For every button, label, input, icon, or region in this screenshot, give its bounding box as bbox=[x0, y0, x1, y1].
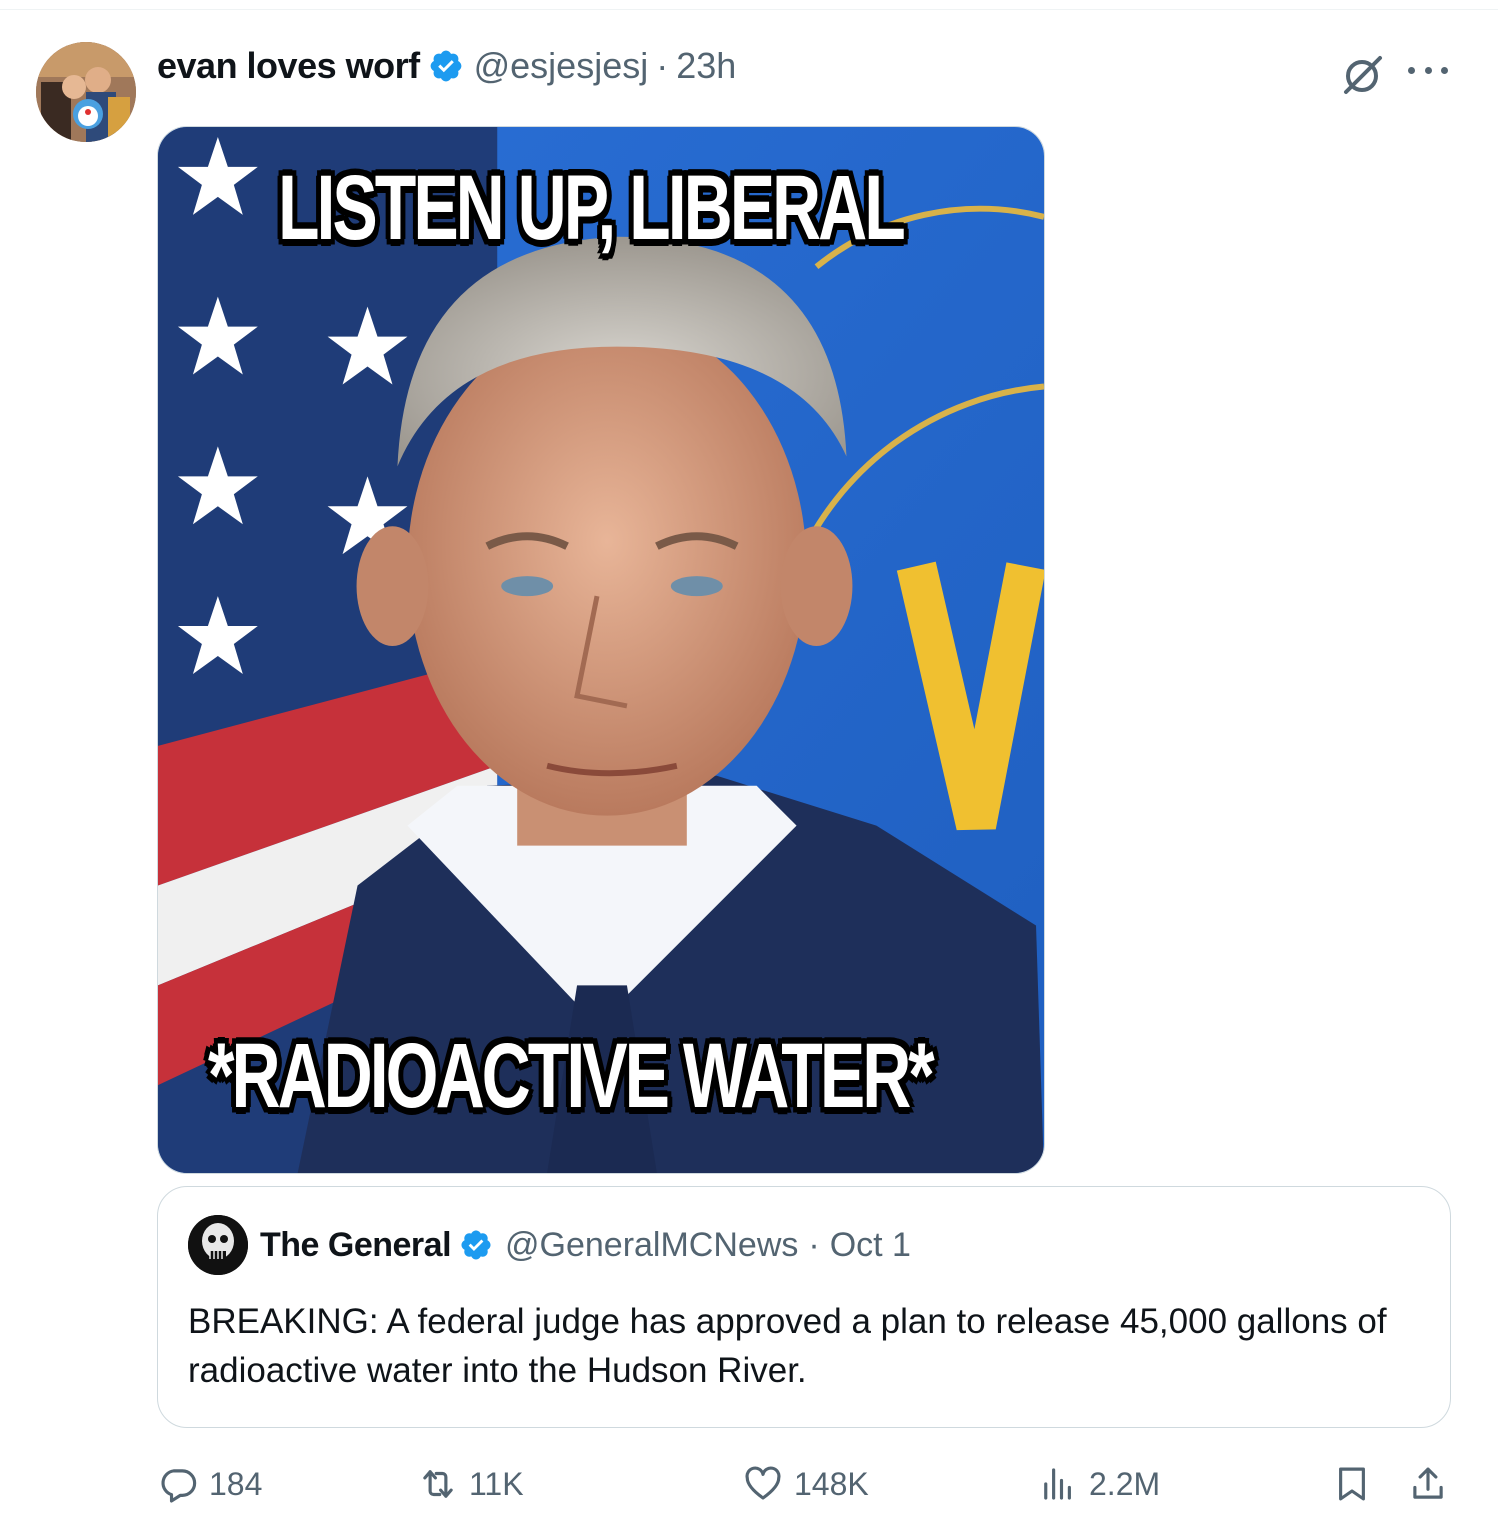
quoted-author-handle[interactable]: @GeneralMCNews bbox=[505, 1226, 798, 1265]
reply-icon bbox=[161, 1469, 197, 1503]
bookmark-button[interactable] bbox=[1331, 1456, 1373, 1512]
like-icon bbox=[745, 1466, 781, 1500]
quoted-verified-badge-icon[interactable] bbox=[459, 1228, 493, 1262]
meme-caption-bottom: *RADIOACTIVE WATER* bbox=[208, 1024, 935, 1128]
view-count: 2.2M bbox=[1089, 1465, 1161, 1502]
share-icon bbox=[1413, 1467, 1443, 1499]
bookmark-icon bbox=[1339, 1467, 1365, 1501]
top-divider bbox=[0, 0, 1498, 10]
author-handle[interactable]: @esjesjesj bbox=[474, 45, 649, 87]
quoted-separator-dot: · bbox=[808, 1225, 820, 1264]
repost-button[interactable]: 11K bbox=[417, 1456, 524, 1512]
views-icon bbox=[1044, 1468, 1071, 1500]
author-name[interactable]: evan loves worf bbox=[157, 45, 420, 87]
meme-caption-top: LISTEN UP, LIBERAL bbox=[278, 156, 906, 260]
repost-icon bbox=[423, 1470, 453, 1498]
verified-badge-icon[interactable] bbox=[428, 48, 464, 84]
quoted-tweet-date[interactable]: Oct 1 bbox=[830, 1226, 911, 1265]
tweet-image[interactable]: LISTEN UP, LIBERAL *RADIOACTIVE WATER* bbox=[157, 126, 1045, 1174]
tweet-header: evan loves worf @esjesjesj · 23h bbox=[157, 42, 736, 90]
reply-button[interactable]: 184 bbox=[157, 1456, 262, 1512]
quoted-author-name[interactable]: The General bbox=[260, 1226, 452, 1265]
repost-count: 11K bbox=[469, 1465, 524, 1502]
author-avatar[interactable] bbox=[36, 42, 136, 142]
quoted-tweet-header: The General @GeneralMCNews · Oct 1 bbox=[188, 1215, 911, 1275]
reply-count: 184 bbox=[209, 1465, 263, 1502]
views-button[interactable]: 2.2M bbox=[1037, 1456, 1160, 1512]
quoted-author-avatar[interactable] bbox=[188, 1215, 248, 1275]
more-icon[interactable] bbox=[1408, 52, 1448, 88]
portrait-photo bbox=[158, 127, 1044, 1173]
share-button[interactable] bbox=[1407, 1456, 1449, 1512]
quoted-tweet[interactable]: The General @GeneralMCNews · Oct 1 BREAK… bbox=[157, 1186, 1451, 1428]
like-count: 148K bbox=[794, 1465, 869, 1502]
like-button[interactable]: 148K bbox=[742, 1456, 869, 1512]
action-bar: 184 11K 148K 2.2M bbox=[157, 1456, 1451, 1512]
grok-icon[interactable] bbox=[1338, 50, 1386, 98]
quoted-tweet-text: BREAKING: A federal judge has approved a… bbox=[188, 1302, 1387, 1390]
separator-dot: · bbox=[656, 45, 669, 86]
tweet-time[interactable]: 23h bbox=[676, 45, 736, 87]
